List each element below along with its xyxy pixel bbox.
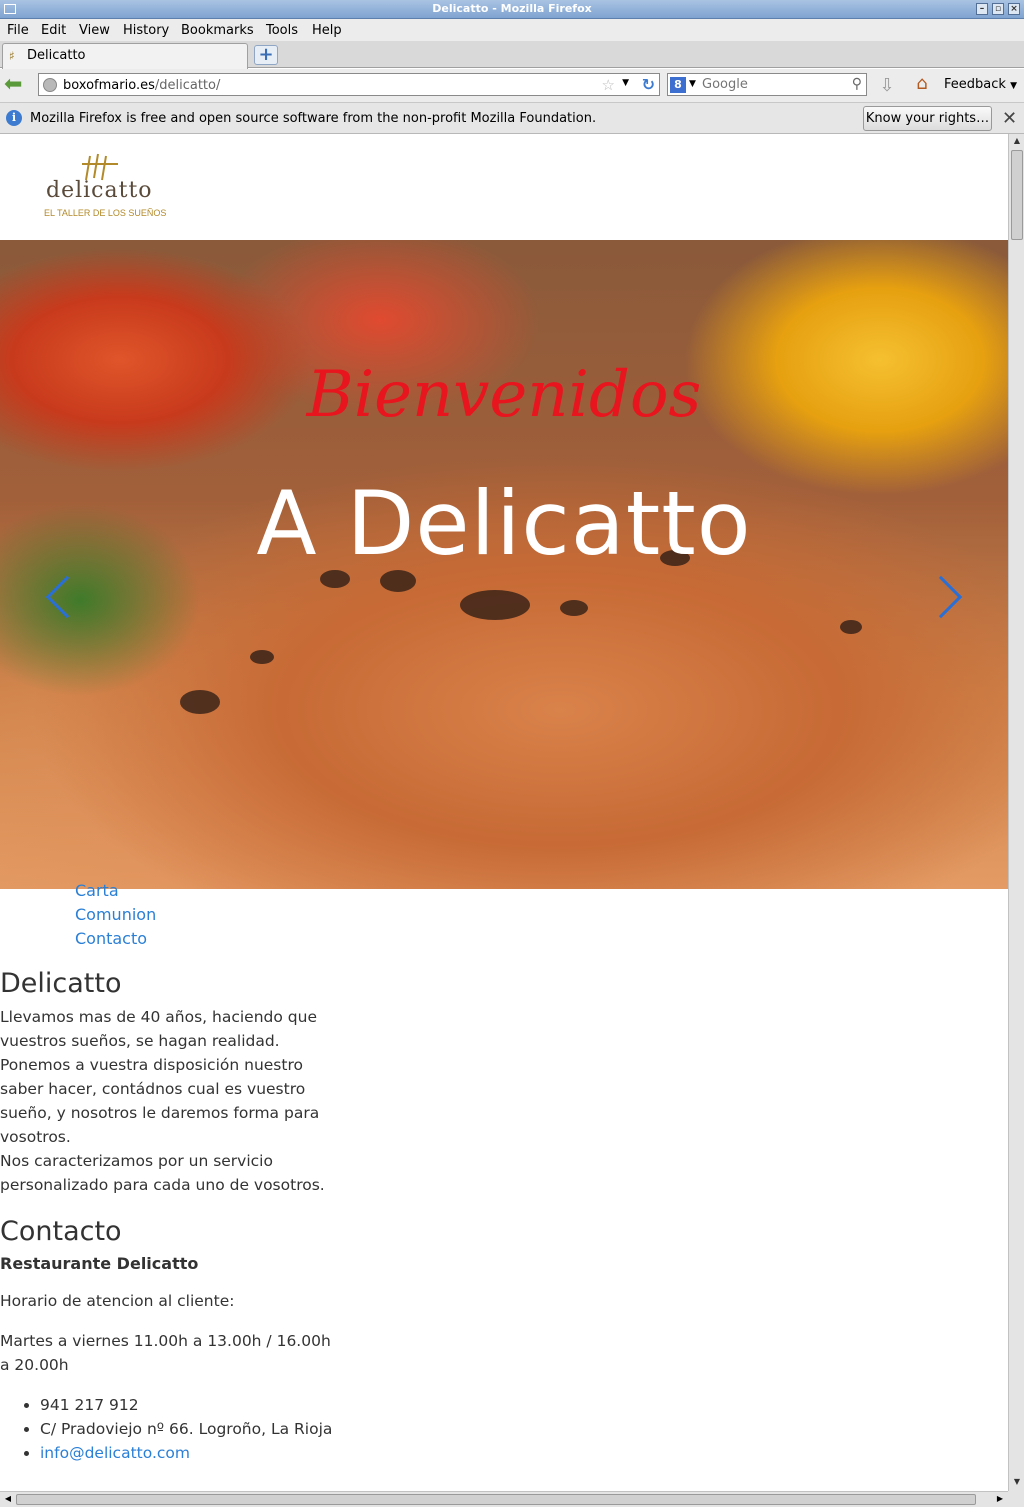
- maximize-button[interactable]: ▫: [992, 3, 1004, 15]
- food-texture: [460, 590, 530, 620]
- tab-bar: ♯ Delicatto +: [0, 41, 1024, 69]
- vertical-scrollbar[interactable]: ▲ ▼: [1008, 134, 1024, 1491]
- tab-delicatto[interactable]: ♯ Delicatto: [2, 43, 248, 69]
- menu-history[interactable]: History: [123, 23, 169, 38]
- about-paragraph: Llevamos mas de 40 años, haciendo que vu…: [0, 1008, 320, 1146]
- carousel-next-icon[interactable]: [919, 575, 966, 626]
- hours-text: Martes a viernes 11.00h a 13.00h / 16.00…: [0, 1332, 331, 1374]
- url-path: /delicatto/: [154, 78, 221, 93]
- chevron-down-icon: ▼: [1010, 81, 1017, 91]
- horizontal-scroll-thumb[interactable]: [16, 1494, 976, 1505]
- magnifier-icon[interactable]: ⚲: [852, 76, 862, 92]
- contact-email-link[interactable]: info@delicatto.com: [40, 1444, 190, 1462]
- search-engine-dropdown-icon[interactable]: ▼: [689, 79, 696, 89]
- reload-icon[interactable]: ↻: [642, 75, 655, 94]
- menu-bar: File Edit View History Bookmarks Tools H…: [0, 19, 1024, 41]
- logo-wordmark: delicatto: [46, 178, 153, 203]
- download-arrow-icon[interactable]: ⇩: [876, 75, 898, 97]
- food-texture: [840, 620, 862, 634]
- close-icon[interactable]: ✕: [1002, 108, 1017, 129]
- contact-email-item: info@delicatto.com: [40, 1441, 340, 1465]
- about-paragraph: Nos caracterizamos por un servicio perso…: [0, 1152, 325, 1194]
- scrollbar-corner: [1008, 1491, 1024, 1507]
- about-title: Delicatto: [0, 968, 122, 999]
- site-favicon-icon: ♯: [9, 49, 15, 63]
- search-input[interactable]: [702, 76, 842, 93]
- logo-tagline: EL TALLER DE LOS SUEÑOS: [44, 208, 167, 218]
- contact-section: Contacto Restaurante Delicatto Horario d…: [0, 1215, 340, 1465]
- feedback-label: Feedback: [944, 77, 1006, 92]
- contact-title: Contacto: [0, 1216, 122, 1247]
- hero-carousel: Bienvenidos A Delicatto: [0, 240, 1008, 889]
- contact-address: C/ Pradoviejo nº 66. Logroño, La Rioja: [40, 1417, 340, 1441]
- hero-welcome-text: Bienvenidos: [306, 358, 702, 432]
- site-nav: Carta Comunion Contacto: [75, 879, 156, 951]
- contact-phone: 941 217 912: [40, 1393, 340, 1417]
- globe-icon: [43, 78, 57, 92]
- nav-link-contacto[interactable]: Contacto: [75, 927, 156, 951]
- minimize-button[interactable]: –: [976, 3, 988, 15]
- back-arrow-icon[interactable]: ⬅: [4, 74, 30, 98]
- new-tab-button[interactable]: +: [254, 45, 278, 65]
- url-history-dropdown-icon[interactable]: ▼: [622, 78, 629, 88]
- menu-edit[interactable]: Edit: [41, 23, 66, 38]
- search-bar[interactable]: 8 ▼ ⚲: [667, 73, 867, 96]
- scroll-right-icon[interactable]: ▶: [994, 1494, 1006, 1506]
- home-icon[interactable]: ⌂: [910, 73, 934, 97]
- nav-link-carta[interactable]: Carta: [75, 879, 156, 903]
- carousel-prev-icon[interactable]: [44, 575, 89, 626]
- food-texture: [560, 600, 588, 616]
- scroll-left-icon[interactable]: ◀: [2, 1494, 14, 1506]
- nav-link-comunion[interactable]: Comunion: [75, 903, 156, 927]
- menu-file[interactable]: File: [7, 23, 29, 38]
- tab-label: Delicatto: [27, 48, 86, 63]
- contact-list: 941 217 912 C/ Pradoviejo nº 66. Logroño…: [40, 1393, 340, 1465]
- navigation-toolbar: ⬅ boxofmario.es/delicatto/ ☆ ▼ ↻ 8 ▼ ⚲ ⇩…: [0, 69, 1024, 103]
- site-logo[interactable]: delicatto EL TALLER DE LOS SUEÑOS: [44, 152, 166, 222]
- url-host: boxofmario.es: [63, 78, 155, 93]
- menu-help[interactable]: Help: [312, 23, 342, 38]
- about-section: Delicatto Llevamos mas de 40 años, hacie…: [0, 967, 340, 1197]
- vertical-scroll-thumb[interactable]: [1011, 150, 1023, 240]
- main-content: Delicatto Llevamos mas de 40 años, hacie…: [0, 967, 340, 1465]
- scroll-down-icon[interactable]: ▼: [1011, 1477, 1023, 1489]
- feedback-button[interactable]: Feedback ▼: [944, 77, 1017, 92]
- menu-tools[interactable]: Tools: [266, 23, 298, 38]
- know-your-rights-button[interactable]: Know your rights…: [863, 106, 992, 131]
- info-icon: i: [6, 110, 22, 126]
- window-title: Delicatto - Mozilla Firefox: [432, 2, 592, 15]
- horizontal-scrollbar[interactable]: ◀ ▶: [0, 1491, 1008, 1507]
- search-engine-icon[interactable]: 8: [670, 77, 686, 93]
- page-viewport: delicatto EL TALLER DE LOS SUEÑOS Bienve…: [0, 134, 1008, 1491]
- restaurant-name: Restaurante Delicatto: [0, 1254, 199, 1273]
- url-text[interactable]: boxofmario.es/delicatto/: [63, 78, 220, 93]
- food-texture: [180, 690, 220, 714]
- url-bar[interactable]: boxofmario.es/delicatto/ ☆ ▼ ↻: [38, 73, 660, 96]
- scroll-up-icon[interactable]: ▲: [1011, 136, 1023, 148]
- notification-bar: i Mozilla Firefox is free and open sourc…: [0, 103, 1024, 134]
- notification-message: Mozilla Firefox is free and open source …: [30, 111, 597, 126]
- window-titlebar: Delicatto - Mozilla Firefox – ▫ ×: [0, 0, 1024, 19]
- close-window-button[interactable]: ×: [1008, 3, 1020, 15]
- food-texture: [250, 650, 274, 664]
- hours-label: Horario de atencion al cliente:: [0, 1292, 235, 1310]
- menu-bookmarks[interactable]: Bookmarks: [181, 23, 254, 38]
- menu-view[interactable]: View: [79, 23, 110, 38]
- bookmark-star-icon[interactable]: ☆: [602, 76, 615, 94]
- hero-headline: A Delicatto: [256, 472, 752, 575]
